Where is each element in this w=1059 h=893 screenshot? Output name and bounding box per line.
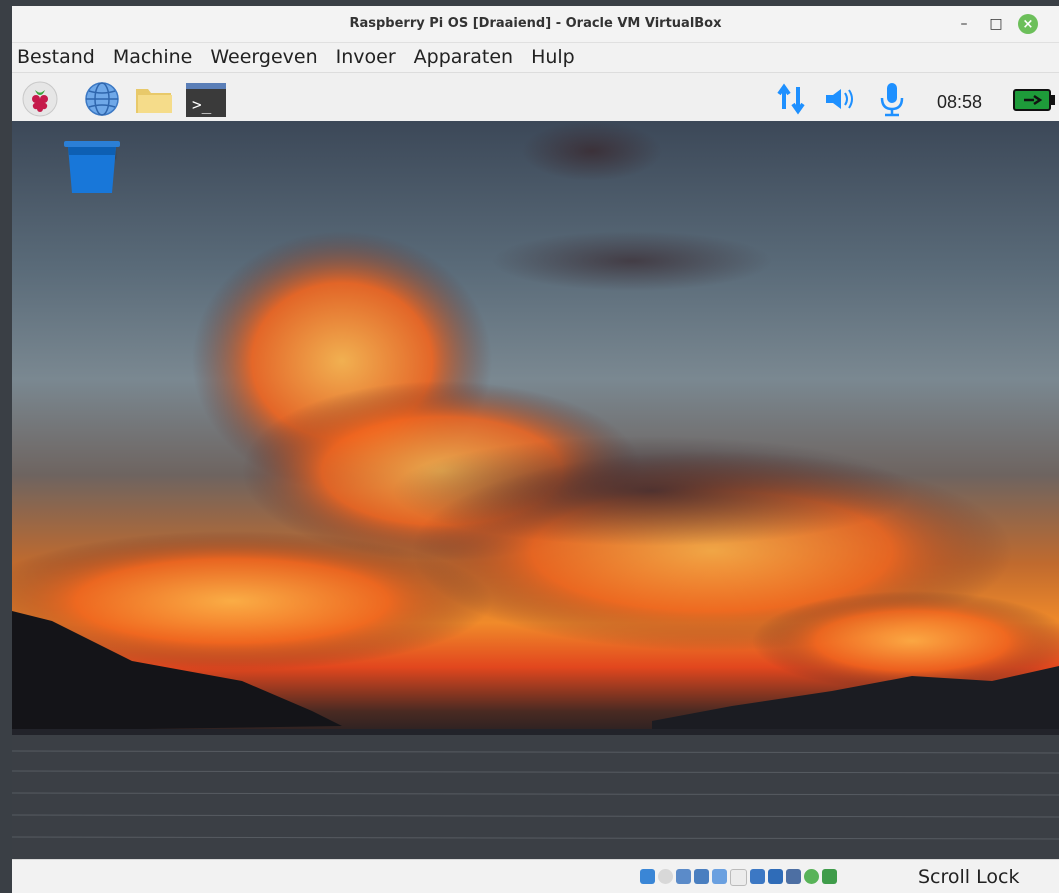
- network-icon[interactable]: [774, 81, 810, 117]
- vm-state-icon[interactable]: [786, 869, 801, 884]
- hard-disk-icon[interactable]: [640, 869, 655, 884]
- trash-icon: [64, 141, 120, 193]
- svg-text:>_: >_: [192, 95, 212, 114]
- menu-weergeven[interactable]: Weergeven: [208, 43, 319, 71]
- microphone-icon[interactable]: [874, 81, 910, 117]
- shared-folders-icon[interactable]: [730, 869, 747, 886]
- audio-icon[interactable]: [676, 869, 691, 884]
- terminal-icon[interactable]: >_: [186, 81, 226, 117]
- raspberry-menu-icon[interactable]: [22, 81, 58, 117]
- desktop-trash[interactable]: Trash: [62, 139, 126, 193]
- maximize-button[interactable]: □: [984, 12, 1008, 36]
- network-adapter-icon[interactable]: [694, 869, 709, 884]
- window-title: Raspberry Pi OS [Draaiend] - Oracle VM V…: [349, 16, 722, 31]
- virtualbox-window: Raspberry Pi OS [Draaiend] - Oracle VM V…: [12, 6, 1059, 893]
- volume-icon[interactable]: [822, 81, 858, 117]
- status-bar: Scroll Lock: [12, 859, 1059, 893]
- minimize-button[interactable]: –: [952, 12, 976, 36]
- menu-bar: Bestand Machine Weergeven Invoer Apparat…: [12, 43, 1059, 71]
- recording-icon[interactable]: [768, 869, 783, 884]
- menu-apparaten[interactable]: Apparaten: [412, 43, 515, 71]
- guest-taskbar: >_ 08:58: [12, 72, 1059, 122]
- battery-icon[interactable]: [1012, 81, 1056, 117]
- menu-hulp[interactable]: Hulp: [529, 43, 577, 71]
- menu-machine[interactable]: Machine: [111, 43, 195, 71]
- display-icon[interactable]: [750, 869, 765, 884]
- menu-bestand[interactable]: Bestand: [15, 43, 97, 71]
- sunset-wallpaper: [12, 121, 1059, 859]
- keyboard-icon[interactable]: [822, 869, 837, 884]
- scroll-lock-indicator: Scroll Lock: [918, 866, 1020, 888]
- close-button[interactable]: ×: [1018, 14, 1038, 34]
- menu-invoer[interactable]: Invoer: [334, 43, 398, 71]
- file-manager-icon[interactable]: [134, 81, 172, 117]
- desktop-wallpaper[interactable]: Trash: [12, 121, 1059, 859]
- clock[interactable]: 08:58: [937, 92, 982, 113]
- mouse-integration-icon[interactable]: [804, 869, 819, 884]
- web-browser-icon[interactable]: [84, 81, 120, 117]
- optical-drive-icon[interactable]: [658, 869, 673, 884]
- title-bar[interactable]: Raspberry Pi OS [Draaiend] - Oracle VM V…: [12, 6, 1059, 43]
- usb-icon[interactable]: [712, 869, 727, 884]
